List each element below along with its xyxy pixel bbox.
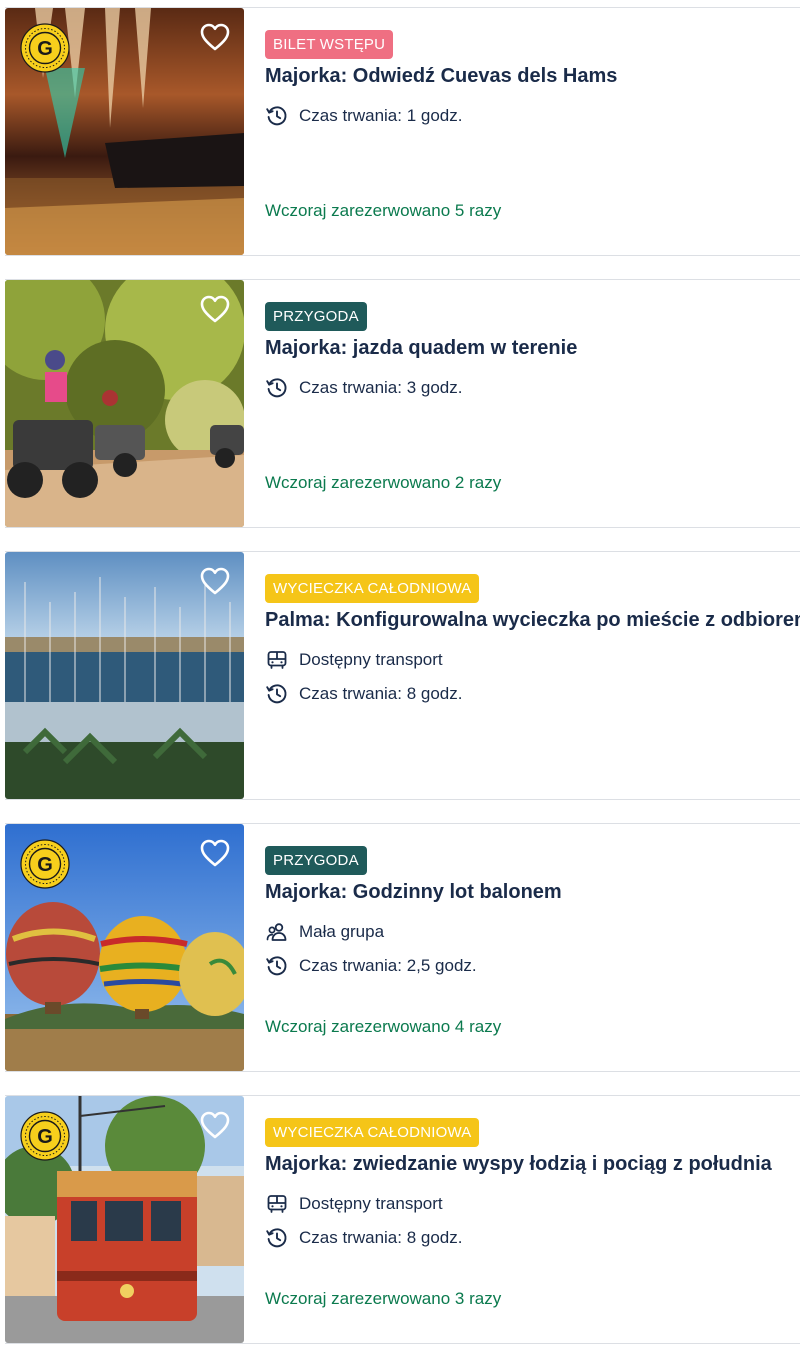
category-tag: PRZYGODA bbox=[265, 846, 367, 875]
activity-card[interactable]: G BILET WSTĘPU Majorka: Odwiedź Cuevas d… bbox=[5, 7, 800, 256]
people-icon bbox=[265, 920, 289, 944]
group-text: Mała grupa bbox=[299, 922, 385, 941]
duration-feature: Czas trwania: 3 godz. bbox=[265, 376, 462, 400]
activity-title[interactable]: Palma: Konfigurowalna wycieczka po mieśc… bbox=[265, 609, 800, 632]
booked-info: Wczoraj zarezerwowano 4 razy bbox=[265, 1017, 502, 1036]
g-badge-icon: G bbox=[20, 1111, 70, 1161]
svg-text:G: G bbox=[37, 38, 53, 60]
duration-feature: Czas trwania: 2,5 godz. bbox=[265, 954, 477, 978]
transport-text: Dostępny transport bbox=[299, 650, 443, 669]
bus-icon bbox=[265, 648, 289, 672]
duration-text: Czas trwania: 3 godz. bbox=[299, 378, 463, 397]
svg-text:G: G bbox=[37, 854, 53, 876]
g-badge-icon: G bbox=[20, 839, 70, 889]
activity-title[interactable]: Majorka: Godzinny lot balonem bbox=[265, 881, 562, 904]
activity-title[interactable]: Majorka: jazda quadem w terenie bbox=[265, 337, 577, 360]
clock-history-icon bbox=[265, 376, 289, 400]
activity-card[interactable]: WYCIECZKA CAŁODNIOWA Palma: Konfigurowal… bbox=[5, 551, 800, 800]
activity-card[interactable]: PRZYGODA Majorka: jazda quadem w terenie… bbox=[5, 279, 800, 528]
clock-history-icon bbox=[265, 682, 289, 706]
clock-history-icon bbox=[265, 1226, 289, 1250]
activity-card[interactable]: G PRZYGODA Majorka: Godzinny lot balonem… bbox=[5, 823, 800, 1072]
g-badge-icon: G bbox=[20, 23, 70, 73]
heart-icon[interactable] bbox=[199, 22, 231, 52]
duration-text: Czas trwania: 2,5 godz. bbox=[299, 956, 477, 975]
category-tag: WYCIECZKA CAŁODNIOWA bbox=[265, 1118, 480, 1147]
activity-card[interactable]: G WYCIECZKA CAŁODNIOWA Majorka: zwiedzan… bbox=[5, 1095, 800, 1344]
heart-icon[interactable] bbox=[199, 838, 231, 868]
duration-text: Czas trwania: 8 godz. bbox=[299, 684, 463, 703]
booked-info: Wczoraj zarezerwowano 3 razy bbox=[265, 1289, 502, 1308]
duration-text: Czas trwania: 8 godz. bbox=[299, 1228, 463, 1247]
clock-history-icon bbox=[265, 104, 289, 128]
category-tag: WYCIECZKA CAŁODNIOWA bbox=[265, 574, 480, 603]
heart-icon[interactable] bbox=[199, 566, 231, 596]
heart-icon[interactable] bbox=[199, 294, 231, 324]
booked-info: Wczoraj zarezerwowano 5 razy bbox=[265, 201, 502, 220]
category-tag: PRZYGODA bbox=[265, 302, 367, 331]
transport-feature: Dostępny transport bbox=[265, 1192, 443, 1216]
transport-feature: Dostępny transport bbox=[265, 648, 443, 672]
duration-feature: Czas trwania: 1 godz. bbox=[265, 104, 462, 128]
heart-icon[interactable] bbox=[199, 1110, 231, 1140]
duration-feature: Czas trwania: 8 godz. bbox=[265, 682, 462, 706]
duration-text: Czas trwania: 1 godz. bbox=[299, 106, 463, 125]
transport-text: Dostępny transport bbox=[299, 1194, 443, 1213]
activity-title[interactable]: Majorka: Odwiedź Cuevas dels Hams bbox=[265, 65, 617, 88]
group-feature: Mała grupa bbox=[265, 920, 384, 944]
svg-text:G: G bbox=[37, 1126, 53, 1148]
clock-history-icon bbox=[265, 954, 289, 978]
duration-feature: Czas trwania: 8 godz. bbox=[265, 1226, 462, 1250]
activity-title[interactable]: Majorka: zwiedzanie wyspy łodzią i pocią… bbox=[265, 1153, 772, 1176]
booked-info: Wczoraj zarezerwowano 2 razy bbox=[265, 473, 502, 492]
bus-icon bbox=[265, 1192, 289, 1216]
category-tag: BILET WSTĘPU bbox=[265, 30, 394, 59]
